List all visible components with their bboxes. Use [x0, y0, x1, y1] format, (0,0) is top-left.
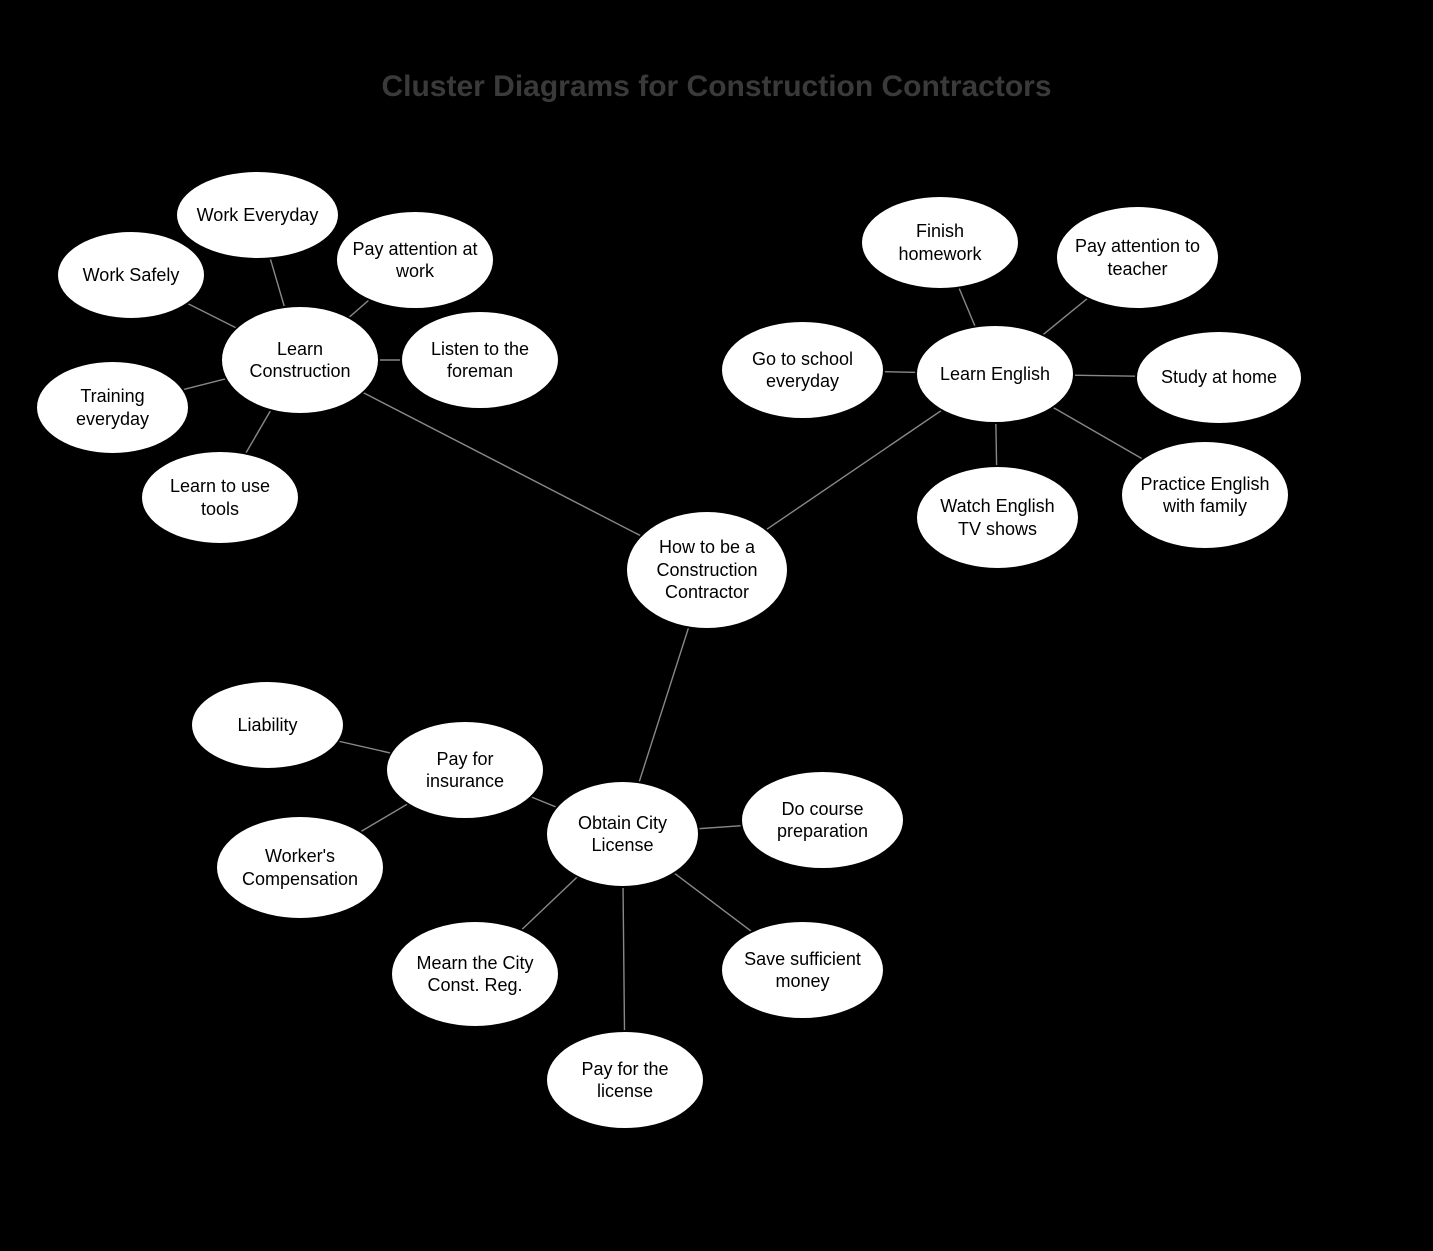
node-pay_attention_teacher: Pay attention to teacher [1055, 205, 1220, 310]
node-learn_construction: Learn Construction [220, 305, 380, 415]
node-city_license: Obtain City License [545, 780, 700, 888]
node-finish_homework: Finish homework [860, 195, 1020, 290]
node-mearn_reg: Mearn the City Const. Reg. [390, 920, 560, 1028]
node-work_safely: Work Safely [56, 230, 206, 320]
node-liability: Liability [190, 680, 345, 770]
node-work_everyday: Work Everyday [175, 170, 340, 260]
node-study_home: Study at home [1135, 330, 1303, 425]
node-practice_family: Practice English with family [1120, 440, 1290, 550]
node-workers_comp: Worker's Compensation [215, 815, 385, 920]
node-course_prep: Do course preparation [740, 770, 905, 870]
node-pay_attention_work: Pay attention at work [335, 210, 495, 310]
node-pay_license: Pay for the license [545, 1030, 705, 1130]
node-center: How to be a Construction Contractor [625, 510, 789, 630]
node-watch_tv: Watch English TV shows [915, 465, 1080, 570]
node-training_everyday: Training everyday [35, 360, 190, 455]
node-learn_english: Learn English [915, 324, 1075, 424]
node-save_money: Save sufficient money [720, 920, 885, 1020]
node-listen_foreman: Listen to the foreman [400, 310, 560, 410]
node-learn_tools: Learn to use tools [140, 450, 300, 545]
node-go_school: Go to school everyday [720, 320, 885, 420]
node-pay_insurance: Pay for insurance [385, 720, 545, 820]
